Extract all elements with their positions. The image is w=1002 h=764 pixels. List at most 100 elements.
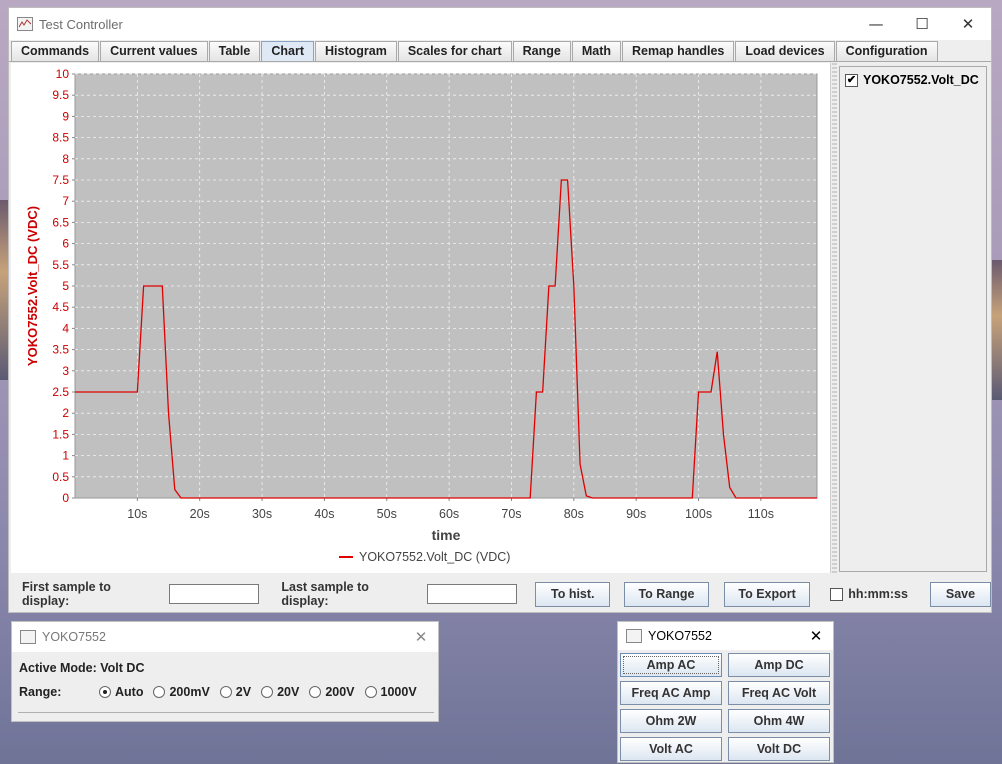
device-window-title: YOKO7552 xyxy=(42,630,106,644)
y-tick-label: 0.5 xyxy=(52,470,69,484)
y-tick-label: 0 xyxy=(62,491,69,505)
to-range-button[interactable]: To Range xyxy=(624,581,709,607)
range-option-200v[interactable]: 200V xyxy=(309,685,355,699)
tab-table[interactable]: Table xyxy=(208,41,261,62)
freq-ac-amp-button[interactable]: Freq AC Amp xyxy=(620,681,722,705)
y-tick-label: 1 xyxy=(62,449,69,463)
y-tick-label: 8 xyxy=(62,152,69,166)
tab-commands[interactable]: Commands xyxy=(11,41,100,62)
x-axis-label: time xyxy=(432,527,461,543)
volt-ac-button[interactable]: Volt AC xyxy=(620,737,722,761)
to-hist-button[interactable]: To hist. xyxy=(535,581,611,607)
radio-label: 200V xyxy=(325,685,355,699)
y-axis-label: YOKO7552.Volt_DC (VDC) xyxy=(25,206,40,366)
y-tick-label: 5.5 xyxy=(52,258,69,272)
freq-ac-volt-button[interactable]: Freq AC Volt xyxy=(728,681,830,705)
tab-histogram[interactable]: Histogram xyxy=(315,41,397,62)
radio-button[interactable] xyxy=(309,686,322,698)
device-window-title-bar[interactable]: YOKO7552 ✕ xyxy=(12,622,438,652)
y-tick-label: 4 xyxy=(62,321,69,335)
series-checkbox[interactable]: ✔ xyxy=(845,73,858,87)
radio-button[interactable] xyxy=(261,686,274,698)
radio-label: 200mV xyxy=(169,685,210,699)
volt-dc-button[interactable]: Volt DC xyxy=(728,737,830,761)
tab-divider xyxy=(9,61,991,62)
x-tick-label: 30s xyxy=(252,507,272,521)
range-selector: Range: Auto 200mV 2V 20V 200V 1000V xyxy=(19,685,427,699)
y-tick-label: 7 xyxy=(62,194,69,208)
x-tick-label: 100s xyxy=(685,507,712,521)
series-list: ✔ YOKO7552.Volt_DC xyxy=(839,66,987,572)
y-tick-label: 5 xyxy=(62,279,69,293)
separator xyxy=(18,712,434,713)
x-tick-label: 20s xyxy=(190,507,210,521)
y-tick-label: 9.5 xyxy=(52,88,69,102)
x-tick-label: 10s xyxy=(127,507,147,521)
radio-label: 2V xyxy=(235,685,252,699)
tab-remap-handles[interactable]: Remap handles xyxy=(622,41,735,62)
series-item[interactable]: ✔ YOKO7552.Volt_DC xyxy=(845,73,986,87)
amp-dc-button[interactable]: Amp DC xyxy=(728,653,830,677)
tab-configuration[interactable]: Configuration xyxy=(835,41,938,62)
line-chart: 0 0.5 1 1.5 2 2.5 3 3.5 4 4.5 5 5.5 6 6.5 7 7.5 8 8.5 9 9.5… xyxy=(25,67,818,564)
tab-bar: Commands Current values Table Chart Histogra… xyxy=(11,41,939,62)
app-icon xyxy=(20,630,36,644)
last-sample-input[interactable] xyxy=(427,584,518,604)
y-tick-label: 2 xyxy=(62,406,69,420)
tab-scales-for-chart[interactable]: Scales for chart xyxy=(397,41,512,62)
ohm-2w-button[interactable]: Ohm 2W xyxy=(620,709,722,733)
radio-button[interactable] xyxy=(364,686,377,698)
y-tick-label: 10 xyxy=(56,67,70,81)
device-range-window: YOKO7552 ✕ Active Mode: Volt DC Range: A… xyxy=(11,621,439,722)
minimize-button[interactable]: — xyxy=(853,8,899,40)
radio-button[interactable] xyxy=(99,686,111,698)
save-button[interactable]: Save xyxy=(929,581,991,607)
y-tick-label: 7.5 xyxy=(52,173,69,187)
range-option-20v[interactable]: 20V xyxy=(261,685,299,699)
x-tick-label: 90s xyxy=(626,507,646,521)
y-tick-label: 1.5 xyxy=(52,427,69,441)
hhmmss-label: hh:mm:ss xyxy=(848,587,908,601)
to-export-button[interactable]: To Export xyxy=(723,581,811,607)
ohm-4w-button[interactable]: Ohm 4W xyxy=(728,709,830,733)
last-sample-label: Last sample to display: xyxy=(281,580,369,608)
close-icon[interactable]: ✕ xyxy=(805,625,827,647)
tab-chart[interactable]: Chart xyxy=(261,41,314,62)
close-icon[interactable]: ✕ xyxy=(410,626,432,648)
hhmmss-checkbox[interactable] xyxy=(830,587,844,601)
x-tick-label: 70s xyxy=(501,507,521,521)
y-tick-label: 9 xyxy=(62,109,69,123)
range-label: Range: xyxy=(19,685,62,699)
test-controller-window: Test Controller — ☐ ✕ Commands Current va… xyxy=(8,7,992,613)
chart-panel: 0 0.5 1 1.5 2 2.5 3 3.5 4 4.5 5 5.5 6 6.5 7 7.5 8 8.5 9 9.5… xyxy=(11,63,831,573)
range-option-200mv[interactable]: 200mV xyxy=(153,685,210,699)
range-option-1000v[interactable]: 1000V xyxy=(364,685,417,699)
tab-range[interactable]: Range xyxy=(512,41,571,62)
series-label: YOKO7552.Volt_DC xyxy=(863,73,979,87)
split-pane-divider[interactable] xyxy=(832,63,837,573)
y-tick-label: 3.5 xyxy=(52,343,69,357)
mode-window-title: YOKO7552 xyxy=(648,629,712,643)
maximize-button[interactable]: ☐ xyxy=(899,8,945,40)
radio-button[interactable] xyxy=(219,686,232,698)
tab-current-values[interactable]: Current values xyxy=(100,41,208,62)
radio-label: 20V xyxy=(277,685,300,699)
app-icon xyxy=(626,629,642,643)
first-sample-input[interactable] xyxy=(169,584,260,604)
sample-controls: First sample to display: Last sample to … xyxy=(9,576,991,612)
y-tick-label: 6 xyxy=(62,237,69,251)
tab-math[interactable]: Math xyxy=(571,41,621,62)
amp-ac-button[interactable]: Amp AC xyxy=(620,653,722,677)
radio-button[interactable] xyxy=(153,686,166,698)
tab-load-devices[interactable]: Load devices xyxy=(735,41,835,62)
close-button[interactable]: ✕ xyxy=(945,8,991,40)
x-tick-label: 110s xyxy=(748,507,774,521)
range-option-auto[interactable]: Auto xyxy=(99,685,143,699)
range-option-2v[interactable]: 2V xyxy=(219,685,252,699)
radio-label: Auto xyxy=(115,685,144,699)
x-tick-label: 80s xyxy=(564,507,584,521)
x-tick-label: 60s xyxy=(439,507,459,521)
title-bar[interactable]: Test Controller — ☐ ✕ xyxy=(9,8,991,40)
app-icon xyxy=(17,17,33,31)
mode-window-title-bar[interactable]: YOKO7552 ✕ xyxy=(618,622,833,650)
